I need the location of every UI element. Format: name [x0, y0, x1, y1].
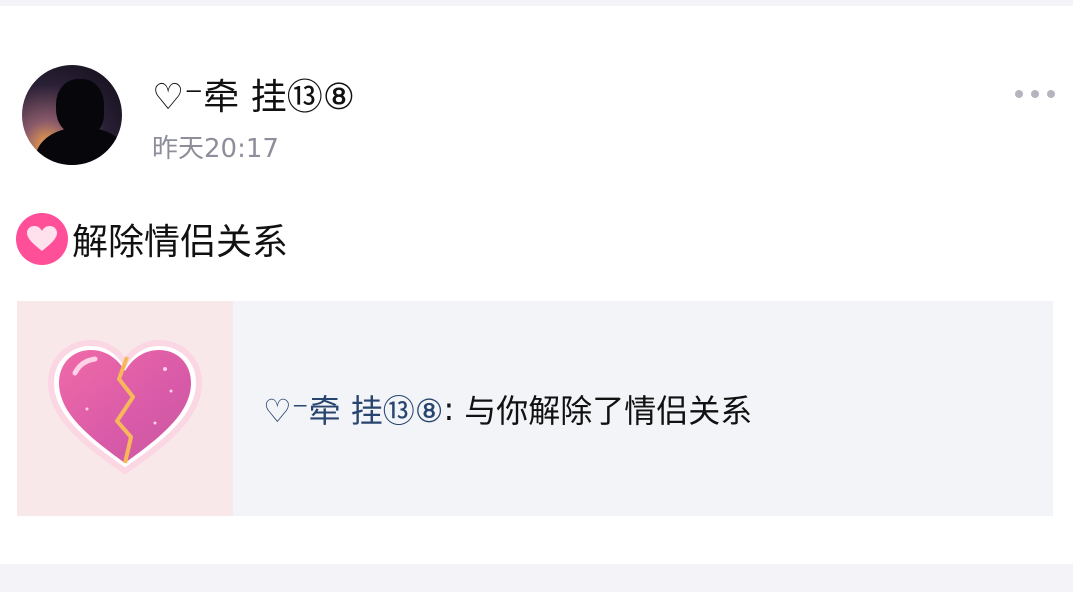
avatar[interactable]	[22, 65, 122, 165]
share-card-separator: :	[443, 390, 455, 428]
post-card: ♡⁻牵 挂⑬⑧ 昨天20:17 解除情侣关系 ♡⁻牵 挂⑬⑧: 与你解除了情侣…	[0, 6, 1073, 564]
more-dot-icon	[1031, 90, 1039, 98]
more-dot-icon	[1047, 90, 1055, 98]
share-card-text: ♡⁻牵 挂⑬⑧ : 与你解除了情侣关系	[263, 385, 752, 433]
share-card-username-link[interactable]: ♡⁻牵 挂⑬⑧	[263, 386, 443, 432]
username[interactable]: ♡⁻牵 挂⑬⑧	[152, 70, 355, 118]
share-card-username: ♡⁻牵 挂⑬⑧	[263, 392, 444, 430]
share-card[interactable]: ♡⁻牵 挂⑬⑧ : 与你解除了情侣关系	[17, 301, 1053, 516]
broken-heart-icon	[47, 339, 203, 475]
more-options-button[interactable]	[1015, 82, 1055, 106]
post-content: 解除情侣关系	[16, 212, 288, 266]
post-timestamp: 昨天20:17	[152, 134, 279, 164]
share-card-action: 与你解除了情侣关系	[464, 392, 753, 430]
share-thumbnail	[17, 301, 233, 516]
username-text: ♡⁻牵 挂⑬⑧	[152, 77, 355, 118]
more-dot-icon	[1015, 90, 1023, 98]
pink-heart-emoji-icon	[16, 213, 68, 265]
avatar-silhouette-head	[56, 79, 104, 135]
post-content-text: 解除情侣关系	[72, 222, 289, 263]
